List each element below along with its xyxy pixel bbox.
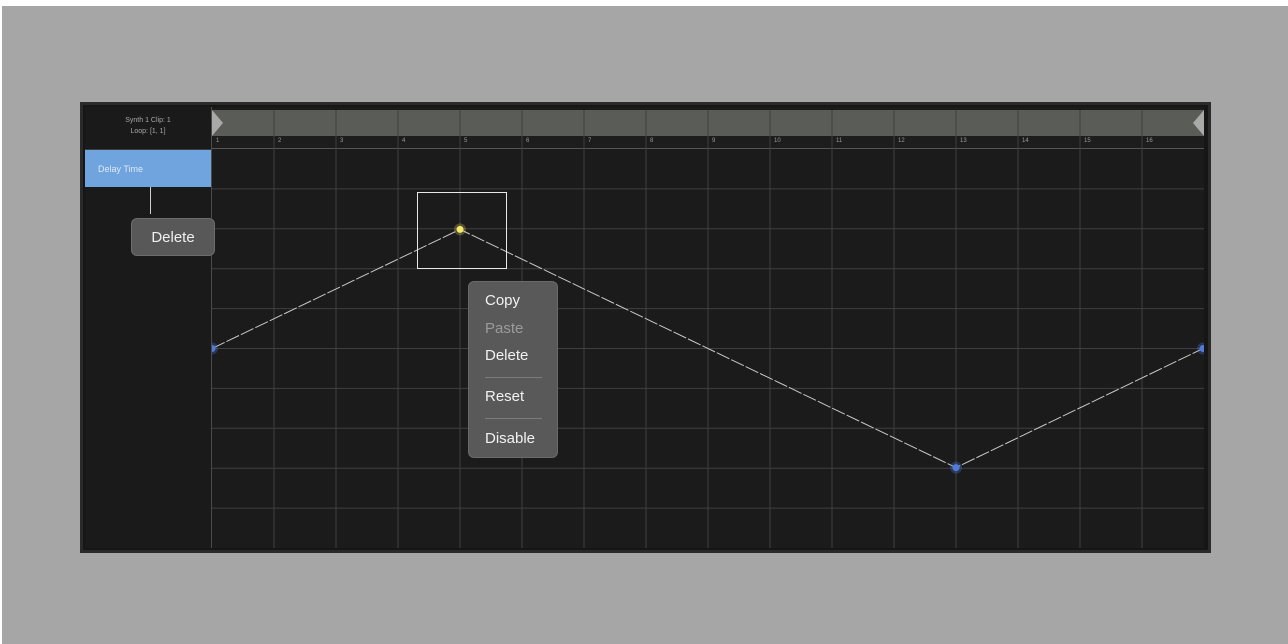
parameter-label: Delay Time — [98, 164, 144, 174]
selection-box[interactable] — [417, 192, 507, 269]
parameter-item-delay-time[interactable]: Delay Time — [85, 150, 211, 187]
tooltip-pointer — [150, 187, 151, 214]
clip-info: Synth 1 Clip: 1 Loop: [1, 1] — [85, 107, 211, 150]
bar-number: 10 — [774, 138, 781, 144]
bar-number: 9 — [712, 138, 716, 144]
bar-number: 6 — [526, 138, 530, 144]
menu-item-disable[interactable]: Disable — [485, 430, 535, 447]
automation-point[interactable] — [952, 464, 960, 472]
menu-item-delete[interactable]: Delete — [485, 347, 528, 364]
bar-number: 8 — [650, 138, 654, 144]
automation-canvas[interactable] — [212, 107, 1204, 548]
bar-number: 5 — [464, 138, 468, 144]
context-menu: Copy Paste Delete Reset Disable — [468, 281, 558, 458]
bar-number: 3 — [340, 138, 344, 144]
bar-number: 15 — [1084, 138, 1091, 144]
menu-item-reset[interactable]: Reset — [485, 388, 524, 405]
automation-grid[interactable]: 1 2 3 4 5 6 7 8 9 10 11 12 13 14 15 16 — [212, 107, 1204, 548]
bar-number: 4 — [402, 138, 406, 144]
menu-item-copy[interactable]: Copy — [485, 292, 520, 309]
bar-number: 11 — [836, 138, 843, 144]
menu-item-paste[interactable]: Paste — [485, 320, 523, 337]
menu-separator — [485, 377, 542, 378]
delete-parameter-button[interactable]: Delete — [131, 218, 215, 256]
bar-number: 12 — [898, 138, 905, 144]
loop-range: Loop: [1, 1] — [130, 128, 166, 135]
bar-number: 14 — [1022, 138, 1029, 144]
bar-number: 1 — [216, 138, 220, 144]
bar-number: 2 — [278, 138, 282, 144]
bar-number: 13 — [960, 138, 967, 144]
parameter-panel: Synth 1 Clip: 1 Loop: [1, 1] Delay Time — [85, 107, 212, 548]
bar-number: 16 — [1146, 138, 1153, 144]
menu-separator — [485, 418, 542, 419]
bar-number: 7 — [588, 138, 592, 144]
clip-title: Synth 1 Clip: 1 — [125, 117, 171, 124]
